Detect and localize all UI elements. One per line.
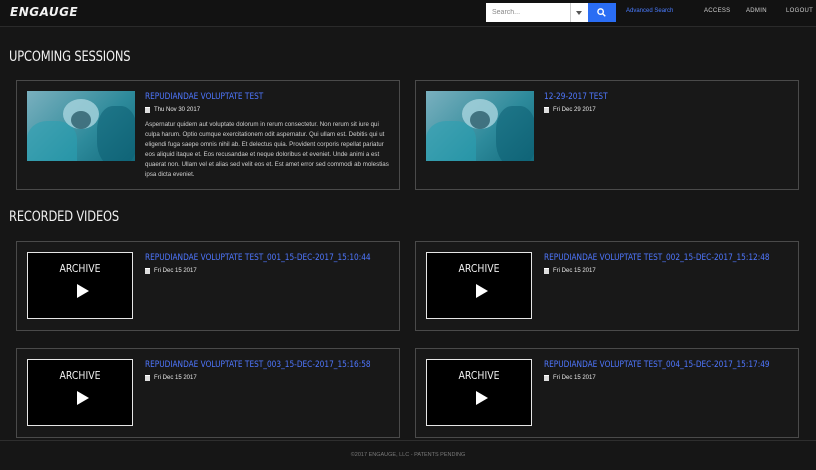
calendar-icon — [145, 268, 150, 274]
session-date: Fri Dec 29 2017 — [553, 107, 596, 113]
video-title[interactable]: REPUDIANDAE VOLUPTATE TEST_003_15-DEC-20… — [145, 360, 371, 370]
video-date-row: Fri Dec 15 2017 — [145, 268, 197, 274]
video-date: Fri Dec 15 2017 — [553, 268, 596, 274]
calendar-icon — [544, 375, 549, 381]
archive-label: ARCHIVE — [458, 369, 500, 382]
footer-text: ©2017 ENGAUGE, LLC - PATENTS PENDING — [350, 452, 466, 458]
calendar-icon — [145, 375, 150, 381]
video-title[interactable]: REPUDIANDAE VOLUPTATE TEST_002_15-DEC-20… — [544, 253, 770, 263]
session-card[interactable]: 12-29-2017 TEST Fri Dec 29 2017 — [415, 80, 799, 190]
play-icon — [476, 391, 488, 405]
search-button[interactable] — [587, 3, 616, 22]
session-title[interactable]: REPUDIANDAE VOLUPTATE TEST — [145, 92, 263, 102]
calendar-icon — [145, 107, 150, 113]
chevron-down-icon — [576, 10, 583, 15]
video-date: Fri Dec 15 2017 — [553, 375, 596, 381]
nav-access[interactable]: ACCESS — [704, 8, 730, 14]
video-date: Fri Dec 15 2017 — [154, 375, 197, 381]
archive-thumbnail[interactable]: ARCHIVE — [426, 359, 532, 426]
video-date: Fri Dec 15 2017 — [154, 268, 197, 274]
nav-logout[interactable]: LOGOUT — [786, 8, 813, 14]
video-title[interactable]: REPUDIANDAE VOLUPTATE TEST_004_15-DEC-20… — [544, 360, 770, 370]
calendar-icon — [544, 268, 549, 274]
session-thumbnail[interactable] — [27, 91, 135, 161]
archive-thumbnail[interactable]: ARCHIVE — [426, 252, 532, 319]
video-card[interactable]: ARCHIVE REPUDIANDAE VOLUPTATE TEST_001_1… — [16, 241, 400, 331]
logo[interactable]: ENGAUGE — [10, 5, 78, 19]
video-date-row: Fri Dec 15 2017 — [544, 268, 596, 274]
session-thumbnail[interactable] — [426, 91, 534, 161]
search-icon — [597, 8, 607, 17]
recorded-videos-title: RECORDED VIDEOS — [9, 209, 120, 225]
session-date-row: Fri Dec 29 2017 — [544, 107, 596, 113]
play-icon — [77, 391, 89, 405]
nav-admin[interactable]: ADMIN — [746, 8, 767, 14]
video-card[interactable]: ARCHIVE REPUDIANDAE VOLUPTATE TEST_002_1… — [415, 241, 799, 331]
top-bar: ENGAUGE Advanced Search ACCESS ADMIN LOG… — [0, 0, 816, 27]
video-date-row: Fri Dec 15 2017 — [544, 375, 596, 381]
session-date-row: Thu Nov 30 2017 — [145, 107, 200, 113]
calendar-icon — [544, 107, 549, 113]
video-card[interactable]: ARCHIVE REPUDIANDAE VOLUPTATE TEST_004_1… — [415, 348, 799, 438]
search-input[interactable] — [486, 3, 570, 22]
upcoming-sessions-title: UPCOMING SESSIONS — [9, 49, 131, 65]
video-title[interactable]: REPUDIANDAE VOLUPTATE TEST_001_15-DEC-20… — [145, 253, 371, 263]
session-title[interactable]: 12-29-2017 TEST — [544, 92, 608, 102]
video-date-row: Fri Dec 15 2017 — [145, 375, 197, 381]
play-icon — [77, 284, 89, 298]
video-card[interactable]: ARCHIVE REPUDIANDAE VOLUPTATE TEST_003_1… — [16, 348, 400, 438]
archive-label: ARCHIVE — [59, 262, 101, 275]
advanced-search-link[interactable]: Advanced Search — [626, 8, 673, 14]
archive-thumbnail[interactable]: ARCHIVE — [27, 252, 133, 319]
search-dropdown[interactable] — [570, 3, 588, 22]
archive-label: ARCHIVE — [59, 369, 101, 382]
play-icon — [476, 284, 488, 298]
search-bar — [486, 3, 616, 22]
footer-divider — [0, 440, 816, 441]
session-card[interactable]: REPUDIANDAE VOLUPTATE TEST Thu Nov 30 20… — [16, 80, 400, 190]
session-description: Aspernatur quidem aut voluptate dolorum … — [145, 121, 389, 178]
archive-label: ARCHIVE — [458, 262, 500, 275]
archive-thumbnail[interactable]: ARCHIVE — [27, 359, 133, 426]
session-date: Thu Nov 30 2017 — [154, 107, 201, 113]
